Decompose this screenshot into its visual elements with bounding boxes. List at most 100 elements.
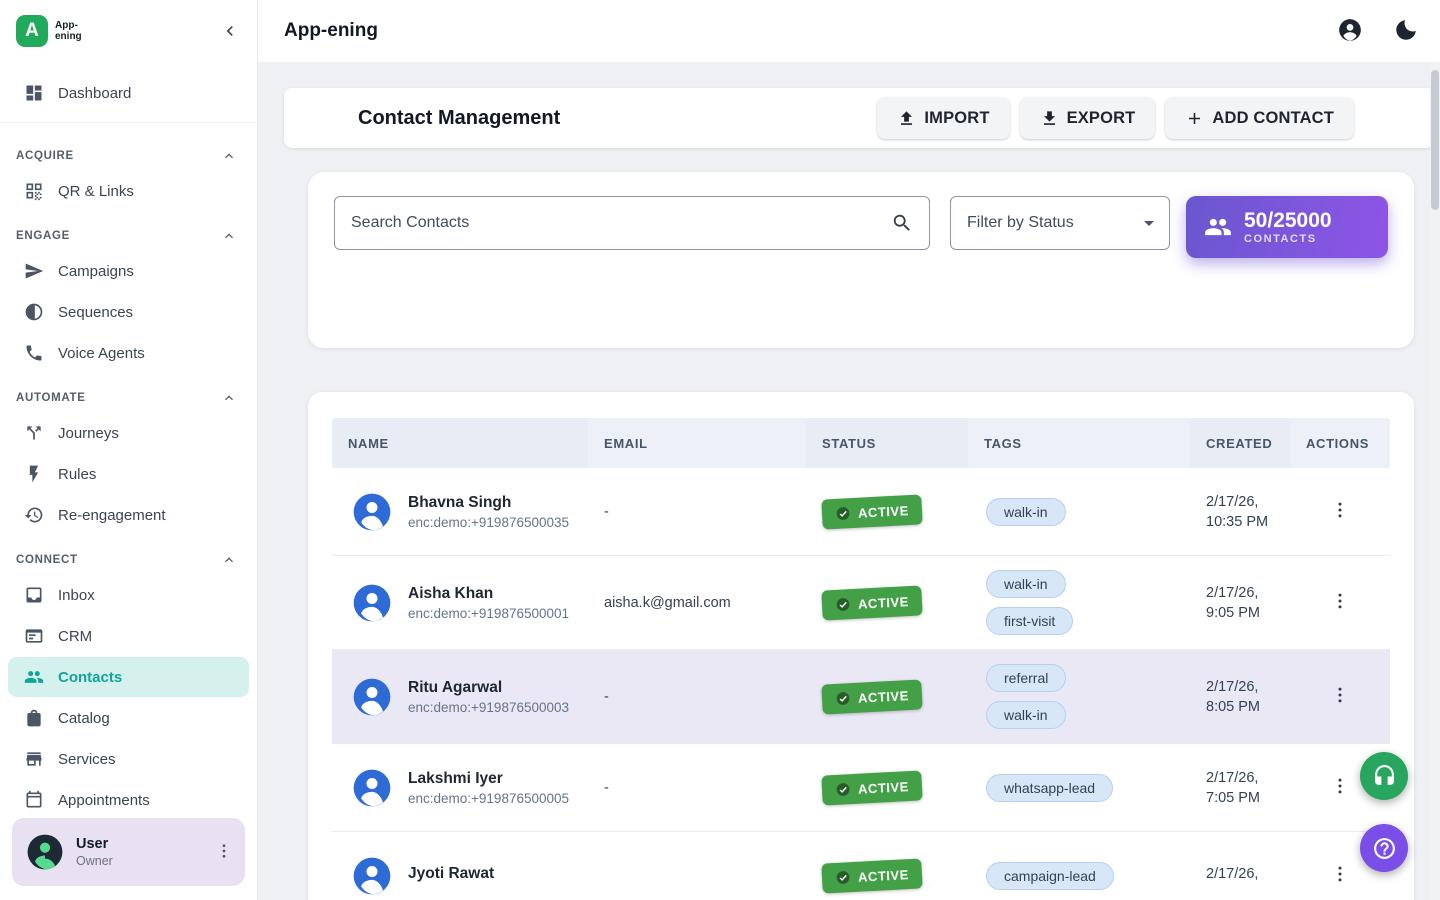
column-header-name: NAME [332, 418, 588, 468]
user-avatar-icon [26, 833, 64, 871]
contact-email: - [588, 689, 806, 705]
user-role: Owner [76, 854, 113, 868]
row-actions-button[interactable] [1324, 770, 1356, 805]
sidebar-section-connect[interactable]: CONNECT [0, 536, 257, 574]
status-cell: ACTIVE [806, 861, 968, 891]
sidebar-divider [0, 122, 257, 123]
contacts-count-caption: CONTACTS [1244, 233, 1332, 245]
check-circle-icon [835, 505, 852, 522]
contact-avatar-icon [352, 492, 392, 532]
contact-avatar-icon [352, 583, 392, 623]
dark-mode-toggle[interactable] [1392, 17, 1420, 45]
column-header-tags: TAGS [968, 418, 1190, 468]
sidebar-item-catalog[interactable]: Catalog [8, 698, 249, 738]
search-input-label: Search Contacts [351, 214, 469, 232]
sidebar-item-inbox[interactable]: Inbox [8, 575, 249, 615]
check-circle-icon [835, 869, 852, 886]
upload-icon [897, 109, 916, 128]
sidebar-item-voice-agents[interactable]: Voice Agents [8, 333, 249, 373]
sidebar-item-sequences[interactable]: Sequences [8, 292, 249, 332]
contact-avatar-icon [352, 677, 392, 717]
sidebar-section-acquire[interactable]: ACQUIRE [0, 132, 257, 170]
support-fab[interactable] [1360, 752, 1408, 800]
help-fab[interactable] [1360, 824, 1408, 872]
created-cell: 2/17/26, 8:05 PM [1190, 679, 1290, 715]
status-badge: ACTIVE [821, 770, 922, 805]
sidebar-collapse-button[interactable] [215, 16, 245, 46]
status-filter-select[interactable]: Filter by Status [950, 196, 1170, 250]
table-row[interactable]: Bhavna Singh enc:demo:+919876500035 - AC… [332, 468, 1390, 556]
sidebar-section-label: AUTOMATE [16, 392, 86, 404]
created-date: 2/17/26, [1206, 585, 1290, 601]
sidebar-section-automate[interactable]: AUTOMATE [0, 374, 257, 412]
dashboard-icon [24, 83, 44, 103]
more-vertical-icon [1330, 500, 1350, 520]
created-date: 2/17/26, [1206, 679, 1290, 695]
row-actions-button[interactable] [1324, 858, 1356, 893]
sidebar-item-contacts[interactable]: Contacts [8, 657, 249, 697]
created-time: 10:35 PM [1206, 514, 1290, 530]
sidebar: A App- ening DashboardACQUIREQR & LinksE… [0, 0, 258, 900]
created-time: 7:05 PM [1206, 790, 1290, 806]
sidebar-item-services[interactable]: Services [8, 739, 249, 779]
sidebar-item-crm[interactable]: CRM [8, 616, 249, 656]
sidebar-item-qr-links[interactable]: QR & Links [8, 171, 249, 211]
sidebar-item-dashboard[interactable]: Dashboard [8, 73, 249, 113]
actions-cell [1290, 585, 1390, 620]
row-actions-button[interactable] [1324, 585, 1356, 620]
sidebar-item-label: Rules [58, 466, 96, 483]
sidebar-item-rules[interactable]: Rules [8, 454, 249, 494]
check-circle-icon [835, 690, 852, 707]
sidebar-item-appointments[interactable]: Appointments [8, 780, 249, 820]
chevron-up-icon [221, 552, 237, 568]
send-icon [24, 261, 44, 281]
row-actions-button[interactable] [1324, 494, 1356, 529]
table-row[interactable]: Lakshmi Iyer enc:demo:+919876500005 - AC… [332, 744, 1390, 832]
row-actions-button[interactable] [1324, 679, 1356, 714]
tag-chip: whatsapp-lead [986, 774, 1113, 802]
search-input[interactable]: Search Contacts [334, 196, 930, 250]
sidebar-item-label: QR & Links [58, 183, 134, 200]
sidebar-section-label: ACQUIRE [16, 150, 74, 162]
contacts-count-value: 50/25000 [1244, 209, 1332, 233]
status-label: ACTIVE [858, 778, 910, 796]
add-contact-button[interactable]: ADD CONTACT [1165, 97, 1354, 139]
chevron-up-icon [221, 228, 237, 244]
import-button[interactable]: IMPORT [877, 97, 1009, 139]
status-cell: ACTIVE [806, 588, 968, 618]
scrollbar-thumb[interactable] [1431, 70, 1439, 210]
sidebar-item-label: Voice Agents [58, 345, 145, 362]
status-cell: ACTIVE [806, 682, 968, 712]
status-label: ACTIVE [858, 687, 910, 705]
split-icon [24, 423, 44, 443]
sidebar-item-label: Catalog [58, 710, 110, 727]
user-menu-button[interactable] [211, 838, 237, 867]
sidebar-item-label: Inbox [58, 587, 95, 604]
topbar: App-ening [258, 0, 1440, 62]
sidebar-item-label: Services [58, 751, 116, 768]
created-date: 2/17/26, [1206, 494, 1290, 510]
page-title: Contact Management [358, 107, 560, 130]
actions-cell [1290, 679, 1390, 714]
table-row[interactable]: Ritu Agarwal enc:demo:+919876500003 - AC… [332, 650, 1390, 744]
sidebar-item-journeys[interactable]: Journeys [8, 413, 249, 453]
account-button[interactable] [1336, 17, 1364, 45]
contact-name: Lakshmi Iyer [408, 770, 569, 788]
table-row[interactable]: Aisha Khan enc:demo:+919876500001 aisha.… [332, 556, 1390, 650]
plus-icon [1185, 109, 1204, 128]
page-actions: IMPORT EXPORT ADD CONTACT [877, 97, 1354, 139]
sidebar-item-re-engagement[interactable]: Re-engagement [8, 495, 249, 535]
contact-phone: enc:demo:+919876500001 [408, 606, 569, 621]
chevron-up-icon [221, 148, 237, 164]
contact-email: - [588, 504, 806, 520]
main-area: App-ening Contact Management [258, 0, 1440, 900]
sidebar-section-engage[interactable]: ENGAGE [0, 212, 257, 250]
table-row[interactable]: Jyoti Rawat ACTIVE campaign-lead 2/17/26… [332, 832, 1390, 900]
account-circle-icon [1337, 17, 1363, 43]
sidebar-nav: Dashboard ACQUIRE QR & Links ENGAGECampaign… [0, 62, 257, 900]
status-badge: ACTIVE [821, 494, 922, 529]
status-badge: ACTIVE [821, 858, 922, 893]
export-button[interactable]: EXPORT [1020, 97, 1156, 139]
contact-email: - [588, 780, 806, 796]
sidebar-item-campaigns[interactable]: Campaigns [8, 251, 249, 291]
